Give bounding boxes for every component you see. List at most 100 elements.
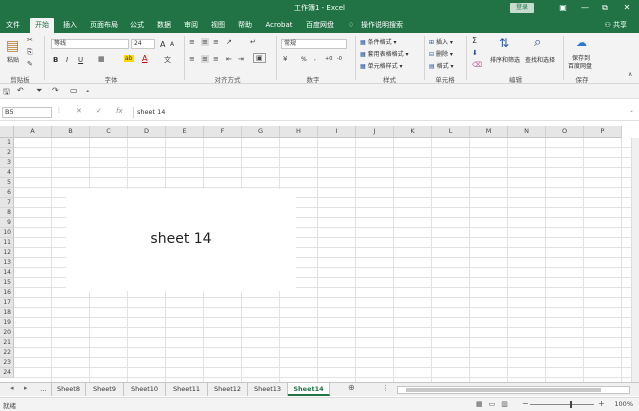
zoom-out-button[interactable]: − bbox=[522, 399, 529, 408]
fill-icon[interactable]: ⬇ bbox=[472, 49, 478, 57]
row-header[interactable]: 16 bbox=[0, 288, 14, 298]
sort-filter-button[interactable]: 排序和筛选 bbox=[490, 55, 520, 64]
align-top-icon[interactable]: ≡ bbox=[189, 38, 195, 46]
comma-button[interactable]: , bbox=[314, 55, 316, 62]
select-all-corner[interactable] bbox=[0, 126, 14, 138]
font-name-select[interactable]: 等线 bbox=[51, 39, 129, 49]
row-header[interactable]: 9 bbox=[0, 218, 14, 228]
decrease-decimal-button[interactable]: -0 bbox=[337, 56, 342, 62]
row-header[interactable]: 4 bbox=[0, 168, 14, 178]
row-header[interactable]: 23 bbox=[0, 358, 14, 368]
tab-data[interactable]: 数据 bbox=[152, 18, 176, 33]
row-header[interactable]: 6 bbox=[0, 188, 14, 198]
sheet-tab-sheet11[interactable]: Sheet11 bbox=[166, 383, 208, 396]
find-select-button[interactable]: 查找和选择 bbox=[525, 55, 555, 64]
tab-file[interactable]: 文件 bbox=[2, 18, 24, 33]
row-header[interactable]: 21 bbox=[0, 338, 14, 348]
row-header[interactable]: 12 bbox=[0, 248, 14, 258]
undo-icon[interactable]: ↶ bbox=[17, 86, 24, 95]
align-bottom-icon[interactable]: ≡ bbox=[213, 38, 219, 46]
shrink-font-button[interactable]: A bbox=[170, 41, 174, 48]
more-sheets-button[interactable]: ... bbox=[36, 383, 52, 396]
close-button[interactable]: ✕ bbox=[620, 2, 634, 14]
sheet-tab-sheet12[interactable]: Sheet12 bbox=[208, 383, 248, 396]
column-header[interactable]: I bbox=[318, 126, 356, 138]
row-header[interactable]: 22 bbox=[0, 348, 14, 358]
cancel-formula-button[interactable]: ✕ bbox=[76, 107, 82, 115]
cell-area[interactable]: sheet 14 bbox=[14, 138, 639, 382]
redo-icon[interactable]: ↷ bbox=[52, 86, 59, 95]
zoom-in-button[interactable]: + bbox=[598, 399, 605, 408]
confirm-formula-button[interactable]: ✓ bbox=[96, 107, 102, 115]
column-header[interactable]: D bbox=[128, 126, 166, 138]
row-header[interactable]: 5 bbox=[0, 178, 14, 188]
zoom-slider[interactable] bbox=[530, 401, 594, 408]
scroll-tabs-left-icon[interactable]: ◂ bbox=[10, 384, 14, 392]
customize-toolbar-icon[interactable]: ⩡ bbox=[86, 88, 89, 96]
row-header[interactable]: 20 bbox=[0, 328, 14, 338]
borders-icon[interactable]: ▦ bbox=[98, 55, 105, 63]
row-header[interactable]: 3 bbox=[0, 158, 14, 168]
column-header[interactable]: J bbox=[356, 126, 394, 138]
font-size-select[interactable]: 24 bbox=[131, 39, 155, 49]
tab-home[interactable]: 开始 bbox=[30, 18, 54, 33]
row-header[interactable]: 11 bbox=[0, 238, 14, 248]
paste-button[interactable]: 粘贴 bbox=[7, 55, 19, 64]
row-header[interactable]: 15 bbox=[0, 278, 14, 288]
row-header[interactable]: 19 bbox=[0, 318, 14, 328]
normal-view-icon[interactable]: ▦ bbox=[476, 400, 489, 408]
column-header[interactable]: B bbox=[52, 126, 90, 138]
align-left-icon[interactable]: ≡ bbox=[189, 55, 195, 63]
sheet-tab-sheet8[interactable]: Sheet8 bbox=[52, 383, 86, 396]
row-header[interactable]: 13 bbox=[0, 258, 14, 268]
phonetic-icon[interactable]: 文 bbox=[164, 55, 171, 65]
align-center-icon[interactable]: ≡ bbox=[201, 55, 209, 63]
tab-splitter-icon[interactable]: ⋮ bbox=[382, 384, 389, 392]
filter-icon[interactable]: ⏷ bbox=[36, 86, 42, 96]
tab-review[interactable]: 审阅 bbox=[179, 18, 203, 33]
tab-view[interactable]: 视图 bbox=[206, 18, 230, 33]
baidu-netdisk-label[interactable]: 百度网盘 bbox=[568, 61, 592, 70]
fill-color-button[interactable]: ab bbox=[124, 55, 134, 62]
column-header[interactable]: E bbox=[166, 126, 204, 138]
tab-formulas[interactable]: 公式 bbox=[125, 18, 149, 33]
tab-page-layout[interactable]: 页面布局 bbox=[86, 18, 122, 33]
align-right-icon[interactable]: ≡ bbox=[213, 55, 219, 63]
page-break-view-icon[interactable]: ▥ bbox=[501, 400, 514, 408]
lightbulb-icon[interactable]: ♢ bbox=[345, 18, 357, 33]
row-header[interactable]: 7 bbox=[0, 198, 14, 208]
paste-icon[interactable]: ▤ bbox=[6, 38, 19, 54]
clear-icon[interactable]: ⌫ bbox=[472, 61, 482, 69]
row-header[interactable]: 1 bbox=[0, 138, 14, 148]
conditional-formatting-button[interactable]: ▦ 条件格式 ▾ bbox=[360, 37, 397, 46]
insert-function-button[interactable]: fx bbox=[116, 107, 123, 115]
formula-input[interactable]: sheet 14 bbox=[133, 107, 633, 118]
column-header[interactable]: P bbox=[584, 126, 622, 138]
row-header[interactable]: 18 bbox=[0, 308, 14, 318]
page-layout-view-icon[interactable]: ▭ bbox=[489, 400, 502, 408]
row-header[interactable]: 10 bbox=[0, 228, 14, 238]
merge-center-icon[interactable]: ▣ bbox=[253, 53, 266, 63]
sheet-tab-sheet9[interactable]: Sheet9 bbox=[86, 383, 124, 396]
restore-button[interactable]: ⧉ bbox=[598, 2, 612, 14]
zoom-level[interactable]: 100% bbox=[614, 400, 633, 408]
sheet-tab-sheet13[interactable]: Sheet13 bbox=[248, 383, 288, 396]
cell-styles-button[interactable]: ▦ 单元格样式 ▾ bbox=[360, 61, 403, 70]
column-header[interactable]: K bbox=[394, 126, 432, 138]
row-header[interactable]: 2 bbox=[0, 148, 14, 158]
increase-decimal-button[interactable]: +0 bbox=[325, 56, 332, 62]
underline-button[interactable]: U bbox=[78, 56, 83, 64]
column-header[interactable]: O bbox=[546, 126, 584, 138]
more-icon[interactable]: ⋮ bbox=[56, 107, 62, 114]
column-header[interactable]: L bbox=[432, 126, 470, 138]
orientation-icon[interactable]: ↗ bbox=[226, 38, 232, 46]
format-painter-icon[interactable]: ✎ bbox=[27, 60, 33, 68]
sheet-tab-sheet10[interactable]: Sheet10 bbox=[124, 383, 166, 396]
column-header[interactable]: F bbox=[204, 126, 242, 138]
tell-me-search[interactable]: 操作说明搜索 bbox=[358, 18, 406, 33]
scrollbar-thumb[interactable] bbox=[406, 388, 601, 392]
decrease-indent-icon[interactable]: ⇤ bbox=[226, 55, 232, 63]
scroll-tabs-right-icon[interactable]: ▸ bbox=[24, 384, 28, 392]
align-middle-icon[interactable]: ≡ bbox=[201, 38, 209, 46]
row-header[interactable]: 14 bbox=[0, 268, 14, 278]
